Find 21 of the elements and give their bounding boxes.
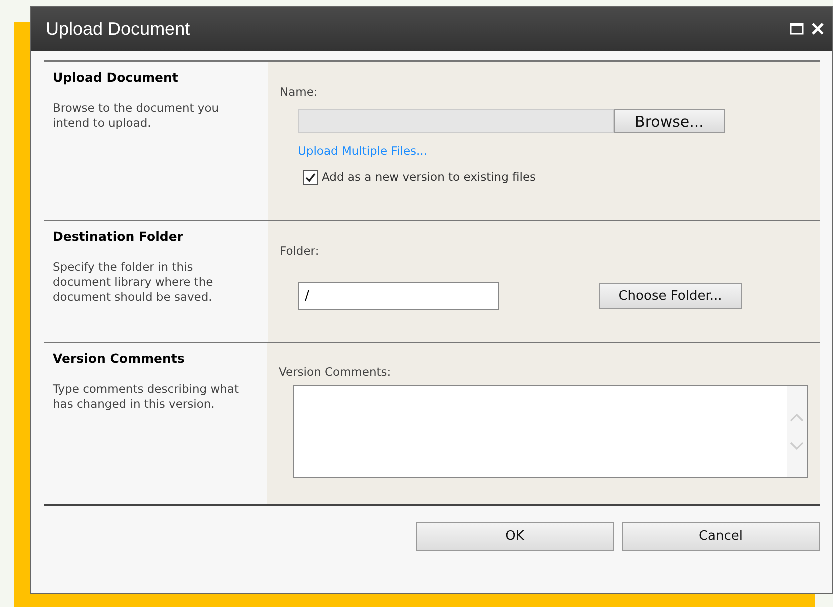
checkbox[interactable] <box>303 170 318 185</box>
section-title: Version Comments <box>53 350 186 368</box>
choose-folder-button[interactable]: Choose Folder... <box>599 283 742 310</box>
field-label: Folder: <box>280 243 320 260</box>
section-description: Type comments describing what has changed in this version. <box>53 382 240 412</box>
maximize-icon[interactable] <box>790 23 804 35</box>
ok-button[interactable]: OK <box>416 522 614 551</box>
section-title: Upload Document <box>53 69 180 87</box>
cancel-button[interactable]: Cancel <box>622 522 820 551</box>
checkbox-label: Add as a new version to existing files <box>322 168 536 186</box>
browse-button[interactable]: Browse... <box>614 109 725 134</box>
section-title: Destination Folder <box>53 228 184 246</box>
field-label: Version Comments: <box>279 364 392 381</box>
file-name-field[interactable] <box>298 109 614 134</box>
comments-field[interactable] <box>293 385 808 478</box>
section-description: Specify the folder in this document library where the document should be saved. <box>53 260 214 305</box>
close-icon[interactable] <box>812 23 824 35</box>
field-label: Name: <box>280 84 319 101</box>
window-title: Upload Document <box>46 18 192 41</box>
folder-field[interactable]: / <box>298 282 499 310</box>
section-description: Browse to the document you intend to upload. <box>53 100 220 131</box>
